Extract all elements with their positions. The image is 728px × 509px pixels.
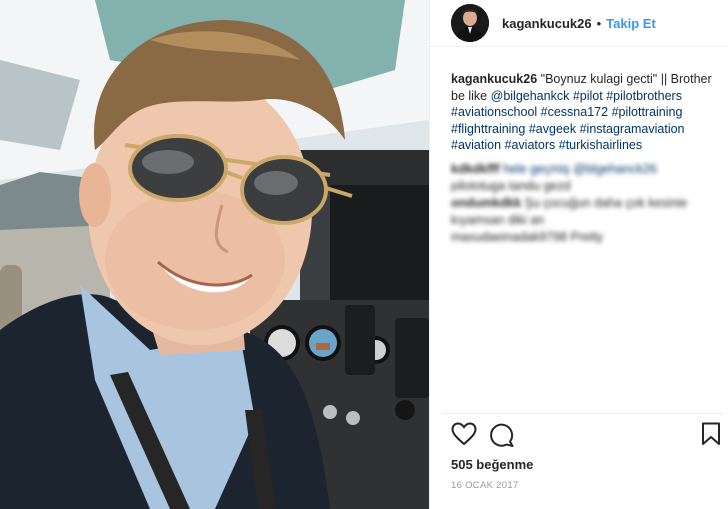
hashtag-link[interactable]: #aviation xyxy=(451,138,501,152)
comment-username[interactable]: kdkdkfff xyxy=(451,162,500,176)
post-header: kagankucuk26 • Takip Et xyxy=(430,0,728,47)
heart-icon[interactable] xyxy=(451,422,477,451)
post-date: 16 OCAK 2017 xyxy=(451,480,519,491)
comments-section: kagankucuk26 "Boynuz kulagi gecti" || Br… xyxy=(451,71,719,246)
hashtag-link[interactable]: #pilot xyxy=(573,89,603,103)
comment-text: hele geçmiş @blgehanck26 xyxy=(503,161,657,176)
comment-username[interactable]: ondumkdkk xyxy=(451,196,521,210)
cockpit-selfie-image xyxy=(0,0,429,509)
likes-count[interactable]: 505 beğenme xyxy=(451,457,533,472)
comment-item: maxudaeinadak9798 Pretty xyxy=(451,229,719,246)
hashtag-link[interactable]: #flighttraining xyxy=(451,122,525,136)
post-photo[interactable] xyxy=(0,0,429,509)
follow-button[interactable]: Takip Et xyxy=(606,16,656,31)
comment-item: kdkdkfff hele geçmiş @blgehanck26 xyxy=(451,161,719,178)
comment-item: pilototuga tandu gezd xyxy=(451,178,719,195)
blurred-comments: kdkdkfff hele geçmiş @blgehanck26 piloto… xyxy=(451,161,719,246)
hashtag-link[interactable]: #instagramaviation xyxy=(580,122,685,136)
comment-icon[interactable] xyxy=(489,422,515,453)
hashtag-link[interactable]: #aviators xyxy=(505,138,556,152)
comment-text: maxudaeinadak9798 Pretty xyxy=(451,229,604,244)
hashtag-link[interactable]: #pilotbrothers xyxy=(606,89,682,103)
caption-username[interactable]: kagankucuk26 xyxy=(451,72,537,86)
divider xyxy=(442,413,723,414)
bookmark-icon[interactable] xyxy=(701,422,721,451)
hashtag-link[interactable]: #avgeek xyxy=(529,122,576,136)
hashtag-link[interactable]: #cessna172 xyxy=(541,105,608,119)
instagram-post: kagankucuk26 • Takip Et kagankucuk26 "Bo… xyxy=(0,0,728,509)
hashtag-link[interactable]: #turkishairlines xyxy=(559,138,642,152)
avatar[interactable] xyxy=(451,4,489,42)
avatar-image xyxy=(451,4,489,42)
post-side-panel: kagankucuk26 • Takip Et kagankucuk26 "Bo… xyxy=(429,0,728,509)
header-separator: • xyxy=(596,15,602,31)
caption: kagankucuk26 "Boynuz kulagi gecti" || Br… xyxy=(451,71,719,154)
comment-text: pilototuga tandu gezd xyxy=(451,178,571,193)
caption-mention[interactable]: @bilgehankck xyxy=(491,89,570,103)
hashtag-link[interactable]: #aviationschool xyxy=(451,105,537,119)
comment-item: ondumkdkk Şu çocuğun daha çok kesinie kı… xyxy=(451,195,719,229)
action-bar xyxy=(451,422,721,453)
hashtag-link[interactable]: #pilottraining xyxy=(612,105,683,119)
header-username[interactable]: kagankucuk26 xyxy=(502,16,592,31)
